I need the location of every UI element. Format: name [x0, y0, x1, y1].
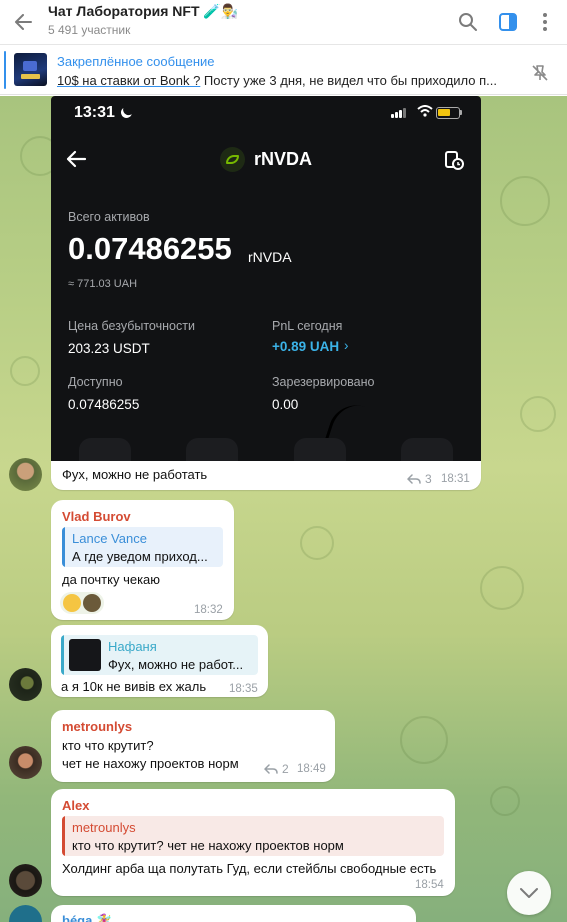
- reply-sender: Lance Vance: [72, 531, 147, 546]
- avatar[interactable]: [9, 668, 42, 701]
- chat-header: Чат Лаборатория NFT 🧪👨‍🔬 5 491 участник: [0, 0, 567, 45]
- avatar[interactable]: [9, 746, 42, 779]
- available-label: Доступно: [68, 375, 123, 389]
- battery-icon: [436, 107, 460, 119]
- nvidia-logo-icon: [220, 147, 245, 172]
- reply-quote[interactable]: Lance Vance А где уведом приход...: [62, 527, 223, 567]
- action-button: [78, 438, 131, 461]
- reaction-avatar: [83, 594, 101, 612]
- avatar[interactable]: [9, 864, 42, 897]
- reserved-value: 0.00: [272, 397, 299, 412]
- forward-icon: [264, 764, 278, 774]
- pinned-thumbnail: [14, 53, 47, 86]
- signal-bar: [395, 112, 398, 118]
- reply-sender: Нафаня: [108, 639, 157, 654]
- message-text: кто что крутит?: [62, 738, 154, 753]
- pnl-value: +0.89 UAH: [272, 339, 340, 354]
- forward-icon: [407, 474, 421, 484]
- pinned-link[interactable]: 10$ на ставки от Bonk ?: [57, 73, 200, 88]
- pnl-label: PnL сегодня: [272, 319, 343, 333]
- sidebar-toggle-icon[interactable]: [495, 9, 521, 35]
- message-text: чет не нахожу проектов норм: [62, 756, 239, 771]
- chat-title[interactable]: Чат Лаборатория NFT 🧪👨‍🔬: [48, 3, 238, 20]
- action-button: [186, 438, 239, 461]
- chevron-down-icon: [520, 888, 538, 898]
- status-time: 13:31: [74, 104, 115, 121]
- back-arrow-icon: [66, 150, 87, 168]
- forward-count: 2: [264, 762, 289, 776]
- chevron-right-icon: ›: [344, 338, 349, 353]
- message-text: а я 10к не вивів ех жаль: [61, 679, 207, 694]
- message-time: 18:54: [415, 879, 444, 891]
- pinned-preview: Посту уже 3 дня, не видел что бы приходи…: [200, 73, 497, 88]
- member-count: 5 491 участник: [48, 23, 131, 37]
- scroll-down-button[interactable]: [507, 871, 551, 915]
- message-time: 18:35: [229, 683, 258, 695]
- message-bubble[interactable]: Vlad Burov Lance Vance А где уведом прих…: [51, 500, 234, 620]
- breakeven-value: 203.23 USDT: [68, 341, 150, 356]
- reply-quote[interactable]: metrounlys кто что крутит? чет не нахожу…: [62, 816, 444, 856]
- reply-quote[interactable]: Нафаня Фух, можно не работ...: [61, 635, 258, 675]
- total-assets-unit: rNVDA: [248, 249, 292, 265]
- wifi-icon: [417, 105, 433, 117]
- message-time: 18:49: [297, 763, 326, 775]
- avatar[interactable]: [9, 458, 42, 491]
- message-bubble[interactable]: Нафаня Фух, можно не работ... а я 10к не…: [51, 625, 268, 697]
- pinned-message-bar[interactable]: Закреплённое сообщение 10$ на ставки от …: [0, 45, 567, 95]
- uah-equivalent: ≈ 771.03 UAH: [68, 278, 138, 290]
- battery-tip: [460, 110, 462, 115]
- pinned-title: Закреплённое сообщение: [57, 54, 215, 69]
- sender-name[interactable]: béga 🧚‍♀️: [62, 913, 112, 922]
- message-text: Холдинг арба ща полутать Гуд, если стейб…: [62, 861, 437, 876]
- total-assets-value: 0.07486255: [68, 231, 232, 266]
- sender-name[interactable]: Alex: [62, 798, 89, 813]
- message-text: да почтку чекаю: [62, 572, 161, 587]
- wallet-screenshot-image[interactable]: 13:31 rNVDA Всего активов 0.07486255 rNV…: [51, 96, 481, 461]
- message-time: 18:31: [441, 473, 470, 485]
- back-arrow-icon[interactable]: [10, 9, 36, 35]
- signal-bar: [391, 114, 394, 118]
- message-bubble[interactable]: béga 🧚‍♀️: [51, 905, 416, 922]
- history-icon: [445, 151, 464, 170]
- action-button: [293, 438, 346, 461]
- reply-text: кто что крутит? чет не нахожу проектов н…: [72, 838, 344, 853]
- reply-text: Фух, можно не работ...: [108, 657, 244, 672]
- reaction-chip[interactable]: [60, 592, 104, 614]
- action-button: [401, 438, 454, 461]
- signal-bar: [403, 108, 406, 118]
- reply-thumbnail: [69, 639, 101, 671]
- action-buttons-row: [51, 438, 481, 461]
- sender-name[interactable]: Vlad Burov: [62, 509, 131, 524]
- moon-icon: [119, 105, 133, 119]
- sender-name[interactable]: metrounlys: [62, 719, 132, 734]
- reserved-label: Зарезервировано: [272, 375, 375, 389]
- forward-count: 3: [407, 472, 432, 486]
- more-icon[interactable]: [532, 9, 558, 35]
- message-bubble[interactable]: Alex metrounlys кто что крутит? чет не н…: [51, 789, 455, 896]
- message-bubble[interactable]: Фух, можно не работать 3 18:31: [51, 461, 481, 490]
- message-time: 18:32: [194, 604, 223, 616]
- token-title: rNVDA: [254, 149, 313, 169]
- breakeven-label: Цена безубыточности: [68, 319, 195, 333]
- pinned-text: 10$ на ставки от Bonk ? Посту уже 3 дня,…: [57, 73, 507, 88]
- unpin-icon[interactable]: [527, 60, 553, 86]
- reply-sender: metrounlys: [72, 820, 136, 835]
- search-icon[interactable]: [455, 9, 481, 35]
- reply-text: А где уведом приход...: [72, 549, 208, 564]
- signal-bar: [399, 110, 402, 118]
- total-assets-label: Всего активов: [68, 210, 150, 224]
- message-bubble[interactable]: metrounlys кто что крутит? чет не нахожу…: [51, 710, 335, 782]
- pinned-accent: [4, 51, 6, 89]
- available-value: 0.07486255: [68, 397, 140, 412]
- reaction-emoji: [63, 594, 81, 612]
- message-text: Фух, можно не работать: [62, 467, 208, 482]
